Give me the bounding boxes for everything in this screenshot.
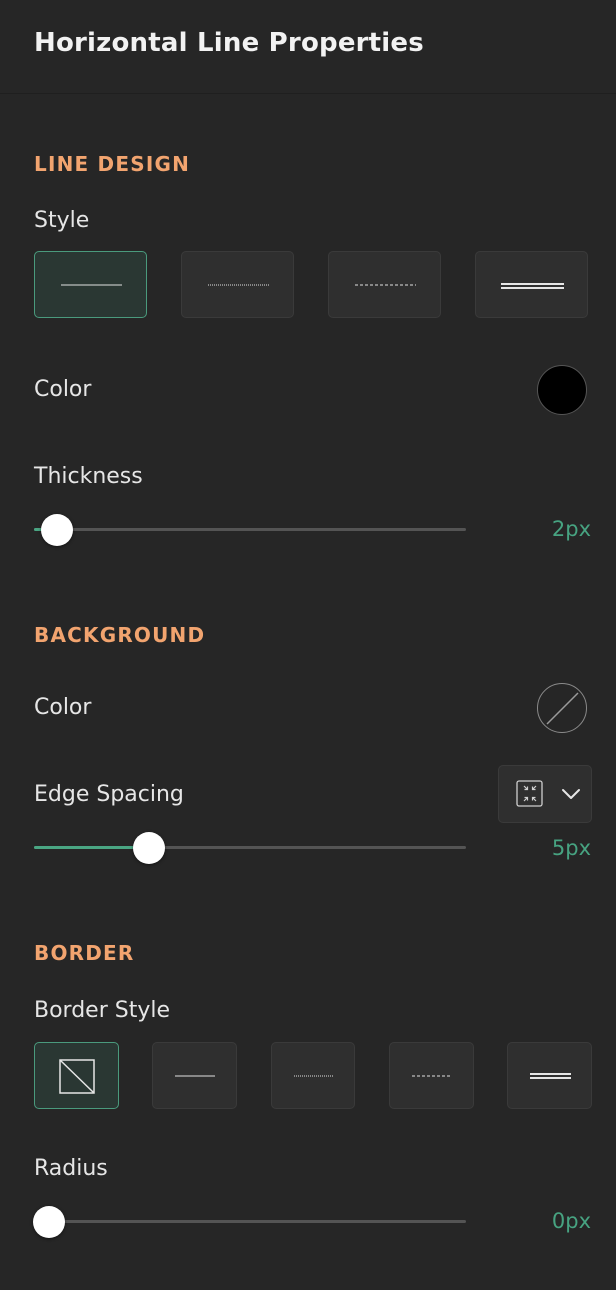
background-color-swatch[interactable] bbox=[537, 683, 587, 733]
edge-spacing-label: Edge Spacing bbox=[34, 782, 184, 807]
radius-value: 0px bbox=[551, 1209, 591, 1233]
compress-icon bbox=[516, 780, 543, 807]
panel-title: Horizontal Line Properties bbox=[34, 28, 424, 58]
radius-label: Radius bbox=[34, 1156, 108, 1181]
solid-line-icon bbox=[61, 284, 122, 286]
no-border-icon bbox=[59, 1059, 95, 1094]
line-color-label: Color bbox=[34, 377, 92, 402]
background-section-title: BACKGROUND bbox=[34, 623, 206, 647]
line-style-dotted-option[interactable] bbox=[181, 251, 294, 318]
border-style-solid-option[interactable] bbox=[152, 1042, 237, 1109]
thickness-label: Thickness bbox=[34, 464, 143, 489]
border-style-dashed-option[interactable] bbox=[389, 1042, 474, 1109]
line-style-solid-option[interactable] bbox=[34, 251, 147, 318]
edge-spacing-slider-thumb[interactable] bbox=[133, 832, 165, 864]
radius-slider-thumb[interactable] bbox=[33, 1206, 65, 1238]
dashed-line-icon bbox=[355, 284, 416, 286]
edge-spacing-slider-fill bbox=[34, 846, 149, 849]
edge-spacing-value: 5px bbox=[551, 836, 591, 860]
solid-border-icon bbox=[175, 1075, 215, 1077]
line-style-dashed-option[interactable] bbox=[328, 251, 441, 318]
border-style-label: Border Style bbox=[34, 998, 171, 1023]
panel-header: Horizontal Line Properties bbox=[0, 0, 616, 94]
double-border-icon bbox=[530, 1073, 571, 1079]
thickness-value: 2px bbox=[551, 517, 591, 541]
no-color-icon bbox=[546, 692, 579, 725]
style-label: Style bbox=[34, 208, 90, 233]
dashed-border-icon bbox=[412, 1075, 452, 1077]
chevron-down-icon bbox=[562, 789, 580, 799]
dotted-line-icon bbox=[208, 284, 269, 286]
dotted-border-icon bbox=[294, 1075, 334, 1077]
line-design-section-title: LINE DESIGN bbox=[34, 152, 191, 176]
border-section-title: BORDER bbox=[34, 941, 135, 965]
double-line-icon bbox=[501, 283, 564, 289]
thickness-slider-track[interactable] bbox=[34, 528, 466, 531]
border-style-double-option[interactable] bbox=[507, 1042, 592, 1109]
border-style-dotted-option[interactable] bbox=[271, 1042, 355, 1109]
line-style-double-option[interactable] bbox=[475, 251, 588, 318]
border-style-none-option[interactable] bbox=[34, 1042, 119, 1109]
background-color-label: Color bbox=[34, 695, 92, 720]
radius-slider-track[interactable] bbox=[34, 1220, 466, 1223]
thickness-slider-thumb[interactable] bbox=[41, 514, 73, 546]
edge-spacing-dropdown[interactable] bbox=[498, 765, 592, 823]
line-color-swatch[interactable] bbox=[537, 365, 587, 415]
